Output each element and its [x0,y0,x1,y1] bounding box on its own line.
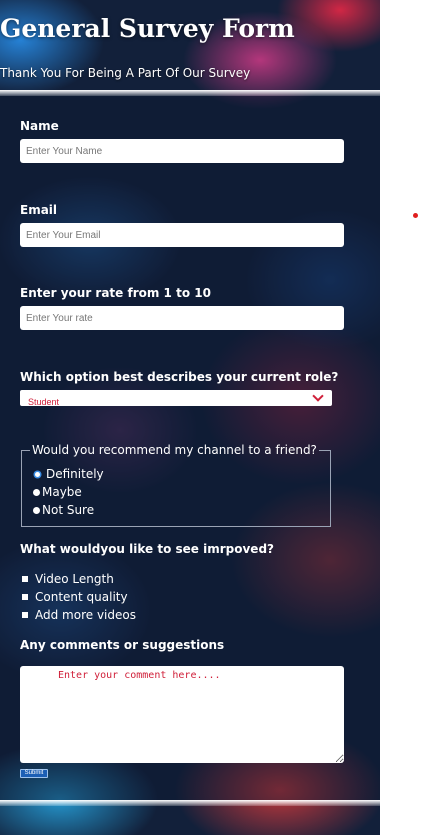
name-input[interactable] [20,139,344,163]
email-label: Email [20,203,58,217]
checkbox-label: Add more videos [35,608,136,622]
name-label: Name [20,119,59,133]
checkbox-icon[interactable] [22,594,28,600]
radio-option-not-sure[interactable]: Not Sure [33,503,94,517]
rate-input[interactable] [20,306,344,330]
email-input[interactable] [20,223,344,247]
radio-label: Not Sure [42,503,95,517]
radio-option-maybe[interactable]: Maybe [33,485,82,499]
comments-textarea[interactable] [20,666,344,763]
checkbox-icon[interactable] [22,576,28,582]
survey-page: General Survey Form Thank You For Being … [0,0,380,835]
checkbox-video-length[interactable]: Video Length [22,572,114,586]
checkbox-add-more-videos[interactable]: Add more videos [22,608,136,622]
cursor-dot [413,213,418,218]
comments-label: Any comments or suggestions [20,638,225,652]
recommend-legend: Would you recommend my channel to a frie… [32,443,317,457]
role-select[interactable]: Student [20,394,332,410]
checkbox-label: Video Length [35,572,114,586]
radio-unchecked-icon[interactable] [33,488,40,496]
submit-button[interactable]: Submit [20,769,48,778]
page-subtitle: Thank You For Being A Part Of Our Survey [0,66,251,80]
radio-option-definitely[interactable]: Definitely [34,467,104,481]
checkbox-icon[interactable] [22,612,28,618]
radio-label: Definitely [46,467,104,481]
checkbox-label: Content quality [35,590,128,604]
radio-label: Maybe [42,485,82,499]
radio-unchecked-icon[interactable] [33,506,40,514]
checkbox-content-quality[interactable]: Content quality [22,590,128,604]
role-select-wrapper: Student [20,390,332,410]
improve-label: What wouldyou like to see imrpoved? [20,542,274,556]
footer-divider [0,800,380,806]
role-label: Which option best describes your current… [20,370,339,384]
page-title: General Survey Form [0,14,295,43]
radio-checked-icon[interactable] [35,471,40,477]
header-banner: General Survey Form Thank You For Being … [0,0,380,92]
rate-label: Enter your rate from 1 to 10 [20,286,211,300]
